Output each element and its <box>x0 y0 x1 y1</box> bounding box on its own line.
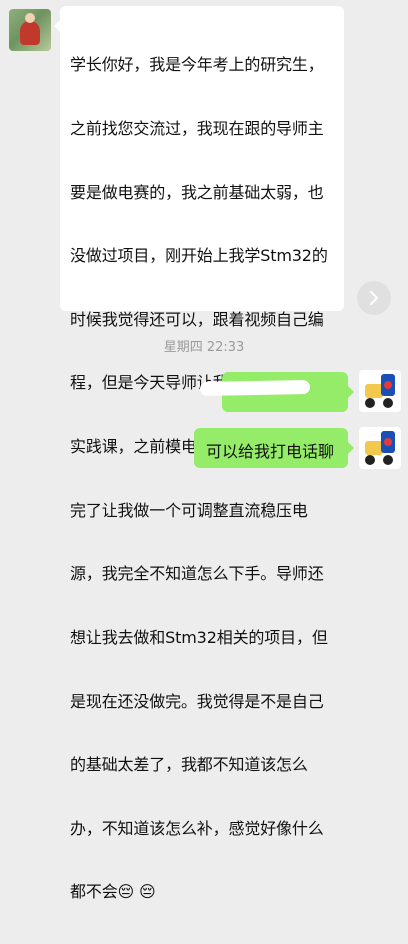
redaction-mark <box>199 380 311 396</box>
avatar-wheel <box>383 455 393 465</box>
avatar-head <box>25 13 35 23</box>
incoming-message-bubble[interactable]: 学长你好，我是今年考上的研究生， 之前找您交流过，我现在跟的导师主 要是做电赛的… <box>54 6 344 901</box>
incoming-message-text: 学长你好，我是今年考上的研究生， 之前找您交流过，我现在跟的导师主 要是做电赛的… <box>70 12 338 944</box>
avatar-can <box>381 374 395 396</box>
message-line: 完了让我做一个可调整直流稳压电 <box>70 500 308 520</box>
outgoing-message-text: 可以给我打电话聊 <box>206 442 335 461</box>
avatar-can <box>381 431 395 453</box>
outgoing-message-bubble[interactable]: 可以给我打电话聊 <box>194 428 354 468</box>
message-line: 学长你好，我是今年考上的研究生， <box>70 55 324 75</box>
message-line: 办，不知道该怎么补，感觉好像什么 <box>70 818 324 838</box>
message-line: 是现在还没做完。我觉得是不是自己 <box>70 691 324 711</box>
message-line: 都不会😔 😔 <box>70 882 156 902</box>
message-line: 的基础太差了，我都不知道该怎么 <box>70 755 308 775</box>
avatar-wheel <box>365 398 375 408</box>
message-line: 时候我觉得还可以，跟着视频自己编 <box>70 309 324 329</box>
message-line: 想让我去做和Stm32相关的项目，但 <box>70 627 328 647</box>
my-avatar[interactable] <box>359 370 401 412</box>
message-line: 之前找您交流过，我现在跟的导师主 <box>70 119 324 139</box>
message-line: 要是做电赛的，我之前基础太弱，也 <box>70 182 324 202</box>
message-timestamp: 星期四 22:33 <box>163 340 245 355</box>
message-line: 源，我完全不知道怎么下手。导师还 <box>70 564 324 584</box>
avatar-wheel <box>383 398 393 408</box>
message-line: 没做过项目，刚开始上我学Stm32的 <box>70 246 328 266</box>
my-avatar[interactable] <box>359 427 401 469</box>
chevron-right-icon <box>369 291 379 305</box>
contact-avatar[interactable] <box>9 9 51 51</box>
avatar-figure <box>20 21 40 45</box>
avatar-wheel <box>365 455 375 465</box>
forward-button[interactable] <box>357 281 391 315</box>
